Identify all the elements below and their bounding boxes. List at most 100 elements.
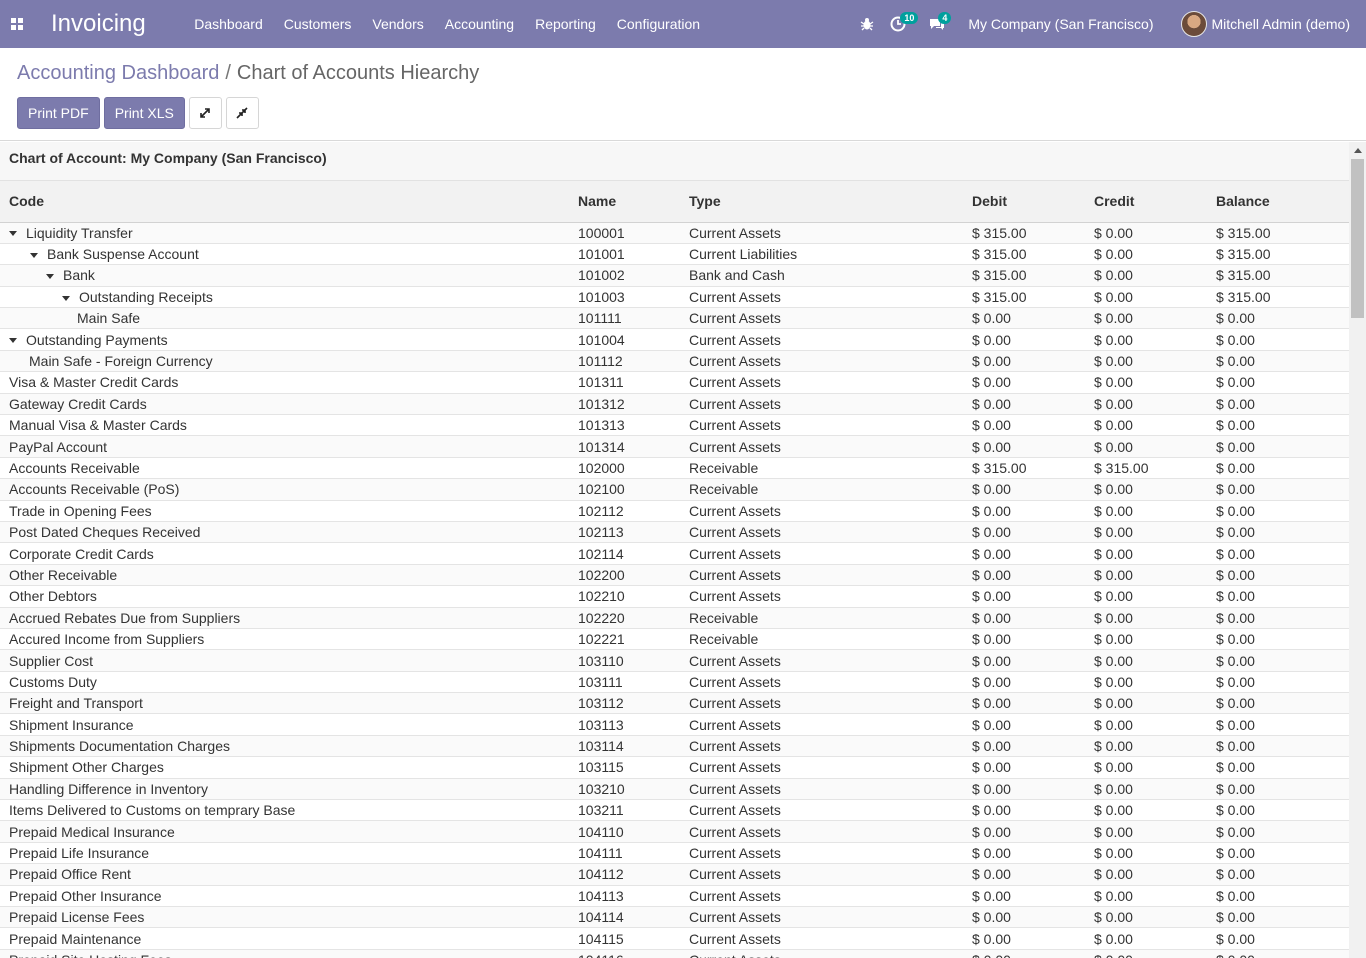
scrollbar-thumb[interactable] bbox=[1351, 159, 1364, 318]
caret-down-icon[interactable] bbox=[9, 231, 17, 237]
account-label: Outstanding Payments bbox=[26, 331, 168, 348]
account-credit-cell: $ 0.00 bbox=[1085, 585, 1207, 608]
account-debit-cell: $ 0.00 bbox=[963, 435, 1085, 458]
menu-item-customers[interactable]: Customers bbox=[273, 0, 362, 48]
account-code-cell: Prepaid Life Insurance bbox=[0, 842, 569, 865]
account-balance-cell: $ 0.00 bbox=[1207, 371, 1349, 394]
caret-down-icon[interactable] bbox=[30, 252, 38, 258]
collapse-all-button[interactable] bbox=[225, 97, 259, 129]
account-debit-cell: $ 0.00 bbox=[963, 649, 1085, 672]
account-debit-cell: $ 0.00 bbox=[963, 564, 1085, 587]
account-name-cell: 101004 bbox=[569, 328, 680, 351]
activity-count-badge: 10 bbox=[900, 12, 919, 24]
account-balance-cell: $ 0.00 bbox=[1207, 799, 1349, 822]
table-row[interactable]: Outstanding Receipts 101003 Current Assets… bbox=[0, 286, 1349, 309]
account-type-cell: Current Assets bbox=[680, 671, 963, 694]
table-row[interactable]: Trade in Opening Fees 102112 Current Asset… bbox=[0, 500, 1349, 522]
account-balance-cell: $ 0.00 bbox=[1207, 457, 1349, 480]
menu-item-accounting[interactable]: Accounting bbox=[434, 0, 524, 48]
vertical-scrollbar[interactable] bbox=[1349, 142, 1366, 958]
menu-item-configuration[interactable]: Configuration bbox=[606, 0, 710, 48]
table-row[interactable]: Shipments Documentation Charges 103114 Cur… bbox=[0, 735, 1349, 758]
table-row[interactable]: Prepaid License Fees 104114 Current Assets… bbox=[0, 906, 1349, 929]
account-code-cell: Shipments Documentation Charges bbox=[0, 735, 569, 758]
account-credit-cell: $ 0.00 bbox=[1085, 264, 1207, 287]
app-brand[interactable]: Invoicing bbox=[51, 10, 146, 38]
account-credit-cell: $ 0.00 bbox=[1085, 756, 1207, 779]
column-header-type: Type bbox=[680, 181, 963, 223]
account-name-cell: 102100 bbox=[569, 478, 680, 501]
breadcrumb-separator: / bbox=[225, 62, 231, 84]
caret-down-icon[interactable] bbox=[46, 274, 54, 280]
debug-bug-icon[interactable] bbox=[860, 0, 874, 48]
user-menu[interactable]: Mitchell Admin (demo) bbox=[1180, 11, 1350, 37]
table-row[interactable]: Handling Difference in Inventory 103210 Cu… bbox=[0, 778, 1349, 801]
account-label: PayPal Account bbox=[9, 438, 108, 455]
scroll-up-arrow-icon[interactable] bbox=[1349, 142, 1366, 159]
caret-down-icon[interactable] bbox=[9, 338, 17, 344]
table-row[interactable]: Freight and Transport 103112 Current Asset… bbox=[0, 692, 1349, 715]
table-row[interactable]: Prepaid Life Insurance 104111 Current Asse… bbox=[0, 842, 1349, 865]
table-row[interactable]: Accured Income from Suppliers 102221 Recei… bbox=[0, 628, 1349, 651]
table-row[interactable]: Corporate Credit Cards 102114 Current Asse… bbox=[0, 542, 1349, 565]
account-name-cell: 101001 bbox=[569, 243, 680, 266]
table-row[interactable]: Prepaid Medical Insurance 104110 Current A… bbox=[0, 820, 1349, 843]
account-credit-cell: $ 0.00 bbox=[1085, 842, 1207, 865]
table-row[interactable]: Supplier Cost 103110 Current Assets $ 0.00 $… bbox=[0, 649, 1349, 672]
table-row[interactable]: Bank 101002 Bank and Cash $ 315.00 $ 0.00 $ 3… bbox=[0, 264, 1349, 287]
account-code-cell: Other Receivable bbox=[0, 564, 569, 587]
account-code-cell: Customs Duty bbox=[0, 671, 569, 694]
table-row[interactable]: Main Safe 101111 Current Assets $ 0.00 $ 0.0… bbox=[0, 307, 1349, 330]
print-pdf-button[interactable]: Print PDF bbox=[17, 97, 100, 129]
table-row[interactable]: Bank Suspense Account 101001 Current Liabi… bbox=[0, 243, 1349, 266]
table-row[interactable]: Outstanding Payments 101004 Current Assets… bbox=[0, 328, 1349, 351]
breadcrumb-parent-link[interactable]: Accounting Dashboard bbox=[17, 62, 219, 84]
account-label: Prepaid Site Hosting Fees bbox=[9, 952, 172, 958]
table-row[interactable]: Prepaid Site Hosting Fees 104116Current A… bbox=[0, 949, 1349, 958]
table-row[interactable]: Manual Visa & Master Cards 101313 Current … bbox=[0, 414, 1349, 437]
account-debit-cell: $ 315.00 bbox=[963, 264, 1085, 287]
table-row[interactable]: Accounts Receivable 102000 Receivable $ 315… bbox=[0, 457, 1349, 480]
table-row[interactable]: Shipment Other Charges 103115 Current Asse… bbox=[0, 756, 1349, 779]
account-label: Prepaid Office Rent bbox=[9, 866, 131, 883]
table-row[interactable]: Shipment Insurance 103113 Current Assets $ … bbox=[0, 713, 1349, 736]
account-name-cell: 104110 bbox=[569, 820, 680, 843]
account-type-cell: Current Assets bbox=[680, 949, 963, 958]
table-row[interactable]: PayPal Account 101314 Current Assets $ 0.00… bbox=[0, 435, 1349, 458]
table-row[interactable]: Prepaid Office Rent 104112 Current Assets $… bbox=[0, 863, 1349, 886]
caret-down-icon[interactable] bbox=[62, 295, 70, 301]
print-xls-button[interactable]: Print XLS bbox=[103, 97, 185, 129]
table-row[interactable]: Visa & Master Credit Cards 101311 Current … bbox=[0, 371, 1349, 394]
table-row[interactable]: Gateway Credit Cards 101312 Current Assets… bbox=[0, 393, 1349, 416]
table-row[interactable]: Customs Duty 103111 Current Assets $ 0.00 $ … bbox=[0, 671, 1349, 694]
breadcrumb: Accounting Dashboard / Chart of Accounts H… bbox=[17, 62, 479, 85]
table-row[interactable]: Liquidity Transfer 100001 Current Assets $ … bbox=[0, 222, 1349, 244]
account-credit-cell: $ 0.00 bbox=[1085, 906, 1207, 929]
account-debit-cell: $ 0.00 bbox=[963, 713, 1085, 736]
apps-menu-icon[interactable] bbox=[0, 0, 34, 48]
menu-item-dashboard[interactable]: Dashboard bbox=[184, 0, 274, 48]
account-balance-cell: $ 0.00 bbox=[1207, 414, 1349, 437]
account-name-cell: 101314 bbox=[569, 435, 680, 458]
table-row[interactable]: Other Debtors 102210 Current Assets $ 0.00 $… bbox=[0, 585, 1349, 608]
account-credit-cell: $ 315.00 bbox=[1085, 457, 1207, 480]
expand-all-button[interactable] bbox=[188, 97, 222, 129]
table-row[interactable]: Prepaid Other Insurance 104113 Current Ass… bbox=[0, 885, 1349, 908]
company-switcher[interactable]: My Company (San Francisco) bbox=[968, 16, 1153, 32]
activity-clock-icon[interactable]: 10 bbox=[890, 0, 919, 48]
table-row[interactable]: Main Safe - Foreign Currency 101112 Curren… bbox=[0, 350, 1349, 373]
table-row[interactable]: Accrued Rebates Due from Suppliers 102220… bbox=[0, 607, 1349, 629]
account-type-cell: Current Assets bbox=[680, 350, 963, 373]
account-code-cell: Accrued Rebates Due from Suppliers bbox=[0, 607, 569, 629]
table-row[interactable]: Prepaid Maintenance 104115 Current Assets $… bbox=[0, 927, 1349, 950]
messages-chat-icon[interactable]: 4 bbox=[928, 0, 952, 48]
table-row[interactable]: Post Dated Cheques Received 102113 Current… bbox=[0, 521, 1349, 544]
account-type-cell: Current Assets bbox=[680, 585, 963, 608]
account-name-cell: 104112 bbox=[569, 863, 680, 886]
menu-item-reporting[interactable]: Reporting bbox=[525, 0, 607, 48]
table-row[interactable]: Other Receivable 102200 Current Assets $ 0.… bbox=[0, 564, 1349, 587]
account-debit-cell: $ 0.00 bbox=[963, 542, 1085, 565]
table-row[interactable]: Items Delivered to Customs on temprary B… bbox=[0, 799, 1349, 822]
menu-item-vendors[interactable]: Vendors bbox=[362, 0, 434, 48]
table-row[interactable]: Accounts Receivable (PoS) 102100 Receivabl… bbox=[0, 478, 1349, 501]
